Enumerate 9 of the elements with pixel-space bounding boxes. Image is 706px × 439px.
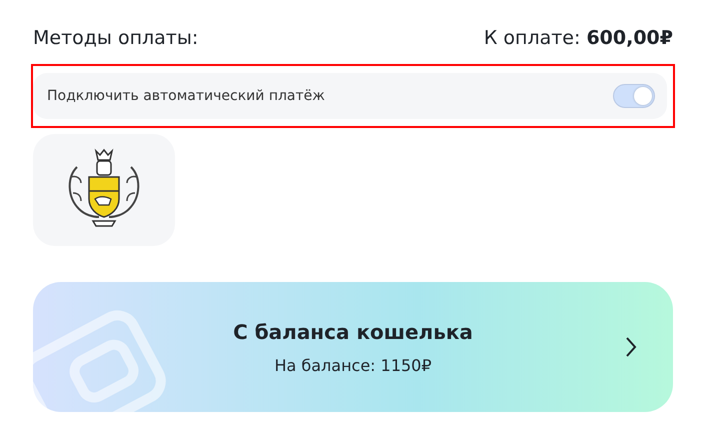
amount-due: К оплате: 600,00₽ xyxy=(484,27,673,49)
bank-method-tile[interactable] xyxy=(33,134,175,246)
autopay-toggle[interactable] xyxy=(613,84,655,108)
wallet-title: С баланса кошелька xyxy=(233,320,473,344)
wallet-balance: На балансе: 1150₽ xyxy=(274,356,432,374)
autopay-label: Подключить автоматический платёж xyxy=(47,88,325,104)
section-title: Методы оплаты: xyxy=(33,27,198,49)
chevron-right-icon xyxy=(625,336,637,358)
wallet-card[interactable]: С баланса кошелька На балансе: 1150₽ xyxy=(33,282,673,412)
